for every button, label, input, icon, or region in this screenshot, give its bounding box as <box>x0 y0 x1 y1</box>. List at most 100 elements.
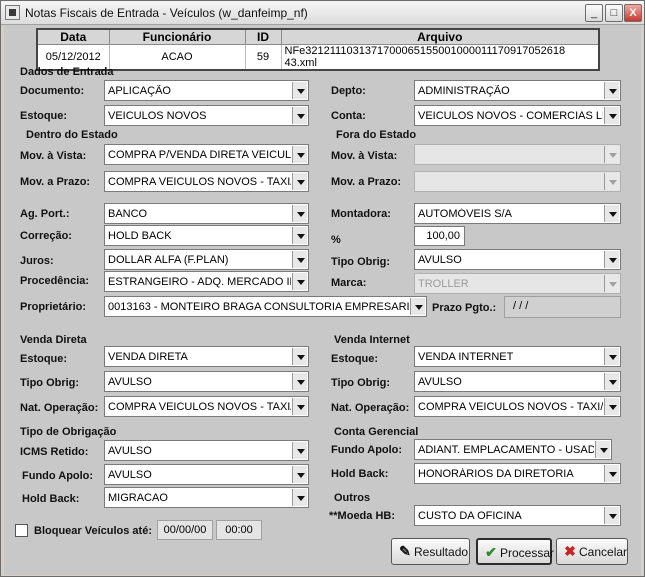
chevron-down-icon[interactable] <box>604 146 619 163</box>
bloquear-date-value: 00/00/00 <box>163 524 207 536</box>
processar-button[interactable]: ✔ Processar <box>476 538 554 565</box>
estoque-select[interactable]: VEICULOS NOVOS <box>104 105 309 126</box>
title-bar[interactable]: Notas Fiscais de Entrada - Veículos (w_d… <box>1 1 644 25</box>
ag-port-select[interactable]: BANCO <box>104 203 309 224</box>
chevron-down-icon[interactable] <box>604 507 619 524</box>
fora-mov-vista-label: Mov. à Vista: <box>331 150 398 162</box>
chevron-down-icon[interactable] <box>292 489 307 506</box>
chevron-down-icon[interactable] <box>292 466 307 483</box>
vd-nat-op-value: COMPRA VEICULOS NOVOS - TAXI/DEF <box>108 401 291 413</box>
ag-port-value: BANCO <box>108 208 148 220</box>
chevron-down-icon[interactable] <box>604 251 619 268</box>
chevron-down-icon[interactable] <box>604 465 619 482</box>
icms-retido-select[interactable]: AVULSO <box>104 440 309 461</box>
dentro-mov-vista-select[interactable]: COMPRA P/VENDA DIRETA VEICULOS <box>104 144 309 165</box>
chevron-down-icon[interactable] <box>292 348 307 365</box>
vi-estoque-select[interactable]: VENDA INTERNET <box>414 346 621 367</box>
vd-estoque-select[interactable]: VENDA DIRETA <box>104 346 309 367</box>
vi-estoque-value: VENDA INTERNET <box>418 351 514 363</box>
depto-select[interactable]: ADMINISTRAÇÃO <box>414 80 621 101</box>
minimize-button[interactable]: _ <box>585 4 603 22</box>
estoque-value: VEICULOS NOVOS <box>108 110 207 122</box>
vd-nat-op-select[interactable]: COMPRA VEICULOS NOVOS - TAXI/DEF <box>104 396 309 417</box>
chevron-down-icon[interactable] <box>292 251 307 268</box>
prazo-pgto-value: / / / <box>513 300 529 312</box>
chevron-down-icon[interactable] <box>410 298 425 315</box>
grid-header-id[interactable]: ID <box>244 28 282 45</box>
juros-select[interactable]: DOLLAR ALFA (F.PLAN) <box>104 249 309 270</box>
resultado-button[interactable]: ✎ Resultado <box>391 538 470 565</box>
vd-tipo-obrig-select[interactable]: AVULSO <box>104 371 309 392</box>
proprietario-select[interactable]: 0013163 - MONTEIRO BRAGA CONSULTORIA EMP… <box>104 296 427 317</box>
chevron-down-icon[interactable] <box>292 373 307 390</box>
conta-select[interactable]: VEICULOS NOVOS - COMERCIAS LEVES <box>414 105 621 126</box>
chevron-down-icon[interactable] <box>292 82 307 99</box>
fora-estado-heading: Fora do Estado <box>336 129 417 141</box>
correcao-select[interactable]: HOLD BACK <box>104 225 309 246</box>
chevron-down-icon[interactable] <box>292 173 307 190</box>
moeda-hb-select[interactable]: CUSTO DA OFICINA <box>414 505 621 526</box>
chevron-down-icon[interactable] <box>292 273 307 290</box>
vi-tipo-obrig-select[interactable]: AVULSO <box>414 371 621 392</box>
montadora-select[interactable]: AUTOMÓVEIS S/A <box>414 203 621 224</box>
proprietario-value: 0013163 - MONTEIRO BRAGA CONSULTORIA EMP… <box>108 301 409 313</box>
chevron-down-icon[interactable] <box>292 442 307 459</box>
to-hold-back-select[interactable]: MIGRACAO <box>104 487 309 508</box>
documento-select[interactable]: APLICAÇÃO <box>104 80 309 101</box>
bloquear-checkbox[interactable] <box>15 524 28 537</box>
grid-cell-funcionario[interactable]: ACAO <box>108 44 246 71</box>
fora-mov-vista-select[interactable] <box>414 144 621 165</box>
procedencia-label: Procedência: <box>20 275 90 287</box>
chevron-down-icon[interactable] <box>604 348 619 365</box>
venda-internet-heading: Venda Internet <box>334 334 410 346</box>
grid-header-data[interactable]: Data <box>36 28 110 45</box>
close-button[interactable]: X <box>624 4 642 22</box>
grid-header-funcionario[interactable]: Funcionário <box>108 28 246 45</box>
prazo-pgto-input[interactable]: / / / <box>504 296 621 318</box>
juros-label: Juros: <box>20 255 54 267</box>
chevron-down-icon[interactable] <box>604 82 619 99</box>
fora-mov-prazo-select[interactable] <box>414 171 621 192</box>
percent-input[interactable]: 100,00 <box>414 226 465 246</box>
percent-value: 100,00 <box>426 230 460 242</box>
chevron-down-icon[interactable] <box>292 107 307 124</box>
chevron-down-icon[interactable] <box>292 227 307 244</box>
cg-fundo-apolo-select[interactable]: ADIANT. EMPLACAMENTO - USADOS <box>414 439 612 460</box>
chevron-down-icon[interactable] <box>604 107 619 124</box>
dentro-mov-prazo-select[interactable]: COMPRA VEICULOS NOVOS - TAXI/DEF <box>104 171 309 192</box>
chevron-down-icon[interactable] <box>604 205 619 222</box>
chevron-down-icon[interactable] <box>604 173 619 190</box>
chevron-down-icon[interactable] <box>292 398 307 415</box>
cg-fundo-apolo-value: ADIANT. EMPLACAMENTO - USADOS <box>418 444 594 456</box>
grid-header-arquivo[interactable]: Arquivo <box>280 28 600 45</box>
chevron-down-icon[interactable] <box>292 205 307 222</box>
correcao-label: Correção: <box>20 230 72 242</box>
chevron-down-icon[interactable] <box>604 398 619 415</box>
grid-cell-arquivo[interactable]: NFe3212111031371700065155001000011170917… <box>280 44 600 71</box>
bloquear-date-input[interactable]: 00/00/00 <box>157 520 213 540</box>
grid-header-row: Data Funcionário ID Arquivo <box>36 28 600 45</box>
cancelar-button[interactable]: ✖ Cancelar <box>556 538 628 565</box>
dentro-mov-vista-label: Mov. à Vista: <box>20 150 87 162</box>
procedencia-select[interactable]: ESTRANGEIRO - ADQ. MERCADO INTERNO <box>104 271 309 292</box>
grid-cell-id[interactable]: 59 <box>244 44 282 71</box>
maximize-button[interactable]: □ <box>605 4 623 22</box>
marca-select[interactable]: TROLLER <box>414 273 621 294</box>
vi-nat-op-select[interactable]: COMPRA VEICULOS NOVOS - TAXI/DEF <box>414 396 621 417</box>
chevron-down-icon[interactable] <box>604 275 619 292</box>
to-fundo-apolo-select[interactable]: AVULSO <box>104 464 309 485</box>
vd-estoque-value: VENDA DIRETA <box>108 351 188 363</box>
chevron-down-icon[interactable] <box>292 146 307 163</box>
vd-tipo-obrig-value: AVULSO <box>108 376 152 388</box>
juros-value: DOLLAR ALFA (F.PLAN) <box>108 254 229 266</box>
chevron-down-icon[interactable] <box>604 373 619 390</box>
cg-fundo-apolo-label: Fundo Apolo: <box>331 444 403 456</box>
bloquear-time-input[interactable]: 00:00 <box>216 520 262 540</box>
cg-hold-back-select[interactable]: HONORÁRIOS DA DIRETORIA <box>414 463 621 484</box>
marca-value: TROLLER <box>418 278 469 290</box>
ag-port-label: Ag. Port.: <box>20 208 70 220</box>
dentro-mov-prazo-value: COMPRA VEICULOS NOVOS - TAXI/DEF <box>108 176 291 188</box>
tipo-obrig-select[interactable]: AVULSO <box>414 249 621 270</box>
chevron-down-icon[interactable] <box>595 441 610 458</box>
table-row[interactable]: 05/12/2012 ACAO 59 NFe321211103137170006… <box>36 44 600 71</box>
